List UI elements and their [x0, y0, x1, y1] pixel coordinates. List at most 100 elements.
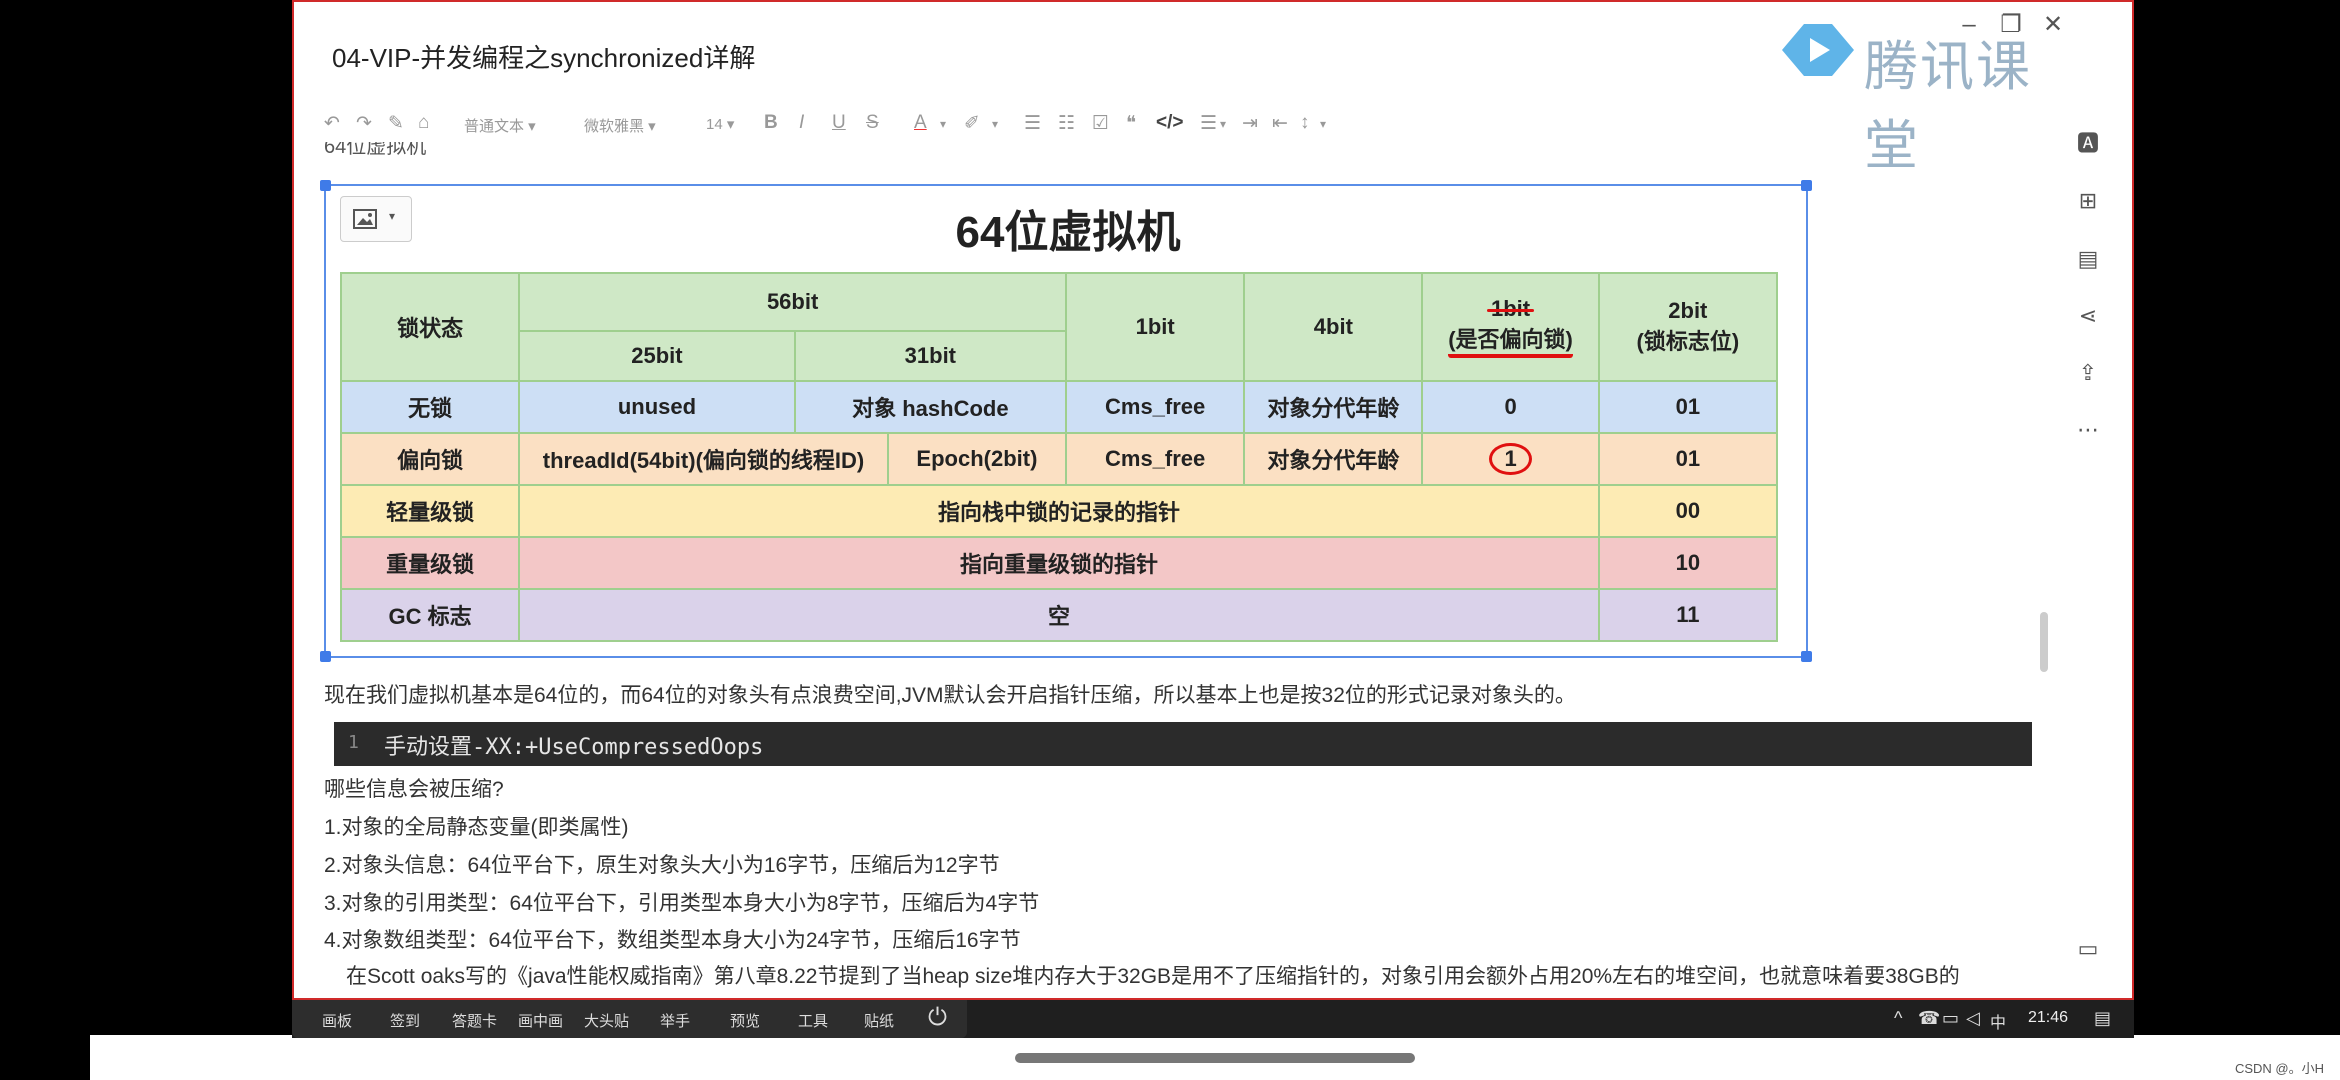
- chevron-down-icon[interactable]: ▾: [992, 117, 998, 131]
- chevron-down-icon[interactable]: ▾: [940, 117, 946, 131]
- volume-icon[interactable]: ◁: [1966, 1008, 1980, 1029]
- format-painter-icon[interactable]: ⌂: [418, 112, 429, 134]
- header-31bit: 31bit: [793, 330, 1068, 382]
- chevron-down-icon: ▾: [389, 209, 396, 223]
- intro-paragraph: 现在我们虚拟机基本是64位的，而64位的对象头有点浪费空间,JVM默认会开启指针…: [324, 684, 1576, 707]
- add-icon[interactable]: ⊞: [2074, 187, 2102, 215]
- resize-handle[interactable]: [320, 180, 331, 191]
- strikethrough-button[interactable]: S: [866, 112, 879, 134]
- list-item: 4.对象数组类型：64位平台下，数组类型本身大小为24字节，压缩后16字节: [324, 929, 1021, 952]
- align-icon[interactable]: ☰: [1200, 112, 1217, 135]
- image-icon: [353, 209, 377, 229]
- notification-icon[interactable]: ▤: [2094, 1008, 2111, 1029]
- font-family-select[interactable]: 微软雅黑 ▾: [584, 115, 656, 136]
- export-icon[interactable]: ⇪: [2074, 359, 2102, 387]
- line-height-icon[interactable]: ↕: [1300, 112, 1310, 134]
- close-icon[interactable]: ✕: [2038, 10, 2068, 40]
- header-flag-bit: 2bit: [1668, 298, 1708, 323]
- battery-icon[interactable]: ▭: [1942, 1008, 1959, 1029]
- taskbar-button-answer-card[interactable]: 答题卡: [452, 1010, 497, 1031]
- table-row: 无锁 unused 对象 hashCode Cms_free 对象分代年龄 0 …: [339, 380, 1779, 434]
- image-options-button[interactable]: ▾: [340, 196, 412, 242]
- chevron-down-icon[interactable]: ▾: [1320, 117, 1326, 131]
- font-size-select[interactable]: 14 ▾: [706, 115, 734, 133]
- taskbar-button-raise-hand[interactable]: 举手: [660, 1010, 690, 1031]
- header-biased-flag: 1bit (是否偏向锁): [1421, 272, 1600, 382]
- resize-handle[interactable]: [320, 651, 331, 662]
- bold-button[interactable]: B: [764, 112, 778, 134]
- question-text: 哪些信息会被压缩?: [324, 778, 504, 801]
- taskbar-button-sign-in[interactable]: 签到: [390, 1010, 420, 1031]
- editor-toolbar: ↶ ↷ ✎ ⌂ 普通文本 ▾ 微软雅黑 ▾ 14 ▾ B I U S A ▾ ✐…: [314, 112, 1874, 142]
- panel-icon[interactable]: ▭: [2074, 935, 2102, 963]
- tencent-classroom-logo: 腾讯课堂: [1774, 14, 2074, 177]
- taskbar-button-drawing-board[interactable]: 画板: [322, 1010, 352, 1031]
- share-icon[interactable]: ⋖: [2074, 302, 2102, 330]
- highlight-icon[interactable]: ✐: [964, 112, 980, 135]
- underline-button[interactable]: U: [832, 112, 846, 134]
- taskbar-button-sticker-photo[interactable]: 大头贴: [584, 1010, 629, 1031]
- bullet-list-icon[interactable]: ☰: [1024, 112, 1041, 135]
- numbered-list-icon[interactable]: ☷: [1058, 112, 1075, 135]
- indent-icon[interactable]: ⇥: [1242, 112, 1258, 135]
- classroom-taskbar: 画板 签到 答题卡 画中画 大头贴 举手 预览 工具 贴纸 ⏻ ^ ☎ ▭ ◁ …: [292, 1000, 2134, 1038]
- app-window: 04-VIP-并发编程之synchronized详解 腾讯课堂 – ❐ ✕ ↶ …: [292, 0, 2134, 1000]
- font-icon[interactable]: 🅰: [2074, 130, 2102, 158]
- more-icon[interactable]: ⋯: [2074, 416, 2102, 444]
- taskbar-button-stickers[interactable]: 贴纸: [864, 1010, 894, 1031]
- cell-4bit: 对象分代年龄: [1243, 432, 1424, 486]
- cell-flag: 01: [1597, 380, 1779, 434]
- scrollbar[interactable]: [2040, 612, 2048, 672]
- lock-state-image[interactable]: 64位虚拟机 ▾ 锁状态 56bit 1bit 4bit 1bit (是否偏向锁…: [320, 180, 1812, 662]
- maximize-icon[interactable]: ❐: [1996, 10, 2026, 40]
- chevron-down-icon[interactable]: ▾: [1220, 117, 1226, 131]
- cell-content: 指向栈中锁的记录的指针: [518, 484, 1600, 538]
- italic-button[interactable]: I: [799, 112, 804, 134]
- home-indicator[interactable]: [1015, 1053, 1415, 1063]
- cell-flag: 10: [1597, 536, 1779, 590]
- resize-handle[interactable]: [1801, 180, 1812, 191]
- power-icon[interactable]: ⏻: [928, 1004, 947, 1032]
- chevron-up-icon[interactable]: ^: [1894, 1008, 1902, 1029]
- taskbar-button-preview[interactable]: 预览: [730, 1010, 760, 1031]
- code-block[interactable]: 1 手动设置-XX:+UseCompressedOops: [334, 722, 2032, 766]
- logo-text: 腾讯课堂: [1864, 35, 2032, 177]
- font-color-button[interactable]: A: [914, 112, 927, 134]
- cell-flag: 11: [1597, 588, 1779, 642]
- undo-icon[interactable]: ↶: [324, 112, 340, 135]
- checklist-icon[interactable]: ☑: [1092, 112, 1109, 135]
- clear-format-icon[interactable]: ✎: [388, 112, 404, 135]
- outdent-icon[interactable]: ⇤: [1272, 112, 1288, 135]
- resize-handle[interactable]: [1801, 651, 1812, 662]
- list-item: 2.对象头信息：64位平台下，原生对象头大小为16字节，压缩后为12字节: [324, 854, 1000, 877]
- code-line: 手动设置-XX:+UseCompressedOops: [384, 735, 764, 760]
- table-row: GC 标志 空 11: [339, 588, 1779, 642]
- minimize-icon[interactable]: –: [1954, 10, 1984, 40]
- taskbar-button-tools[interactable]: 工具: [798, 1010, 828, 1031]
- header-4bit: 4bit: [1243, 272, 1424, 382]
- code-line-number: 1: [348, 732, 359, 753]
- cell-biased: 0: [1421, 380, 1600, 434]
- row-state: 偏向锁: [339, 432, 521, 486]
- paragraph-style-select[interactable]: 普通文本 ▾: [464, 115, 536, 136]
- redo-icon[interactable]: ↷: [356, 112, 372, 135]
- cell-content: 指向重量级锁的指针: [518, 536, 1600, 590]
- row-state: GC 标志: [339, 588, 521, 642]
- play-logo-icon: [1782, 24, 1854, 76]
- code-icon[interactable]: </>: [1156, 112, 1183, 134]
- list-item: 在Scott oaks写的《java性能权威指南》第八章8.22节提到了当hea…: [346, 965, 1960, 988]
- tool-buttons: 画板 签到 答题卡 画中画 大头贴 举手 预览 工具 贴纸 ⏻: [292, 1000, 967, 1038]
- row-state: 轻量级锁: [339, 484, 521, 538]
- taskbar-button-pip[interactable]: 画中画: [518, 1010, 563, 1031]
- cell-flag: 01: [1597, 432, 1779, 486]
- ime-indicator[interactable]: 中: [1990, 1009, 2006, 1033]
- quote-icon[interactable]: ❝: [1126, 112, 1136, 135]
- list-item: 3.对象的引用类型：64位平台下，引用类型本身大小为8字节，压缩后为4字节: [324, 892, 1040, 915]
- cell-4bit: 对象分代年龄: [1243, 380, 1424, 434]
- cell-thread-id: threadId(54bit)(偏向锁的线程ID): [518, 432, 889, 486]
- document-icon[interactable]: ▤: [2074, 245, 2102, 273]
- font-size-label: 14: [706, 116, 723, 133]
- network-icon[interactable]: ☎: [1918, 1008, 1940, 1029]
- header-25bit: 25bit: [518, 330, 796, 382]
- row-state: 无锁: [339, 380, 521, 434]
